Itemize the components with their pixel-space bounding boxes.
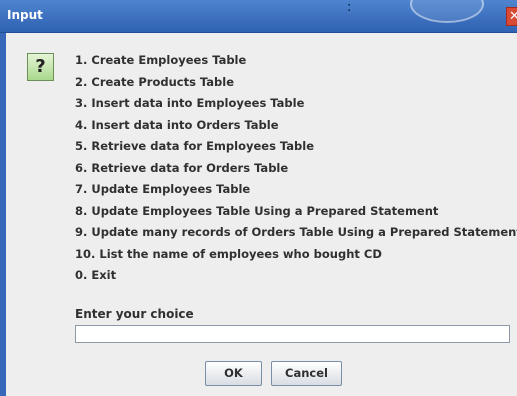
menu-option-6: 6. Retrieve data for Orders Table: [75, 160, 289, 175]
menu-option-exit: 0. Exit: [75, 268, 117, 282]
menu-option-2: 2. Create Products Table: [75, 74, 235, 89]
background-decoration: [410, 0, 484, 23]
choice-prompt-label: Enter your choice: [75, 307, 194, 321]
close-button[interactable]: ✕: [506, 7, 517, 26]
menu-option-5: 5. Retrieve data for Employees Table: [75, 139, 315, 153]
background-text-fragment: :: [347, 0, 352, 15]
input-dialog: Input : ✕ ? 1. Create Employees Table 2.…: [0, 0, 517, 396]
title-bar[interactable]: Input : ✕: [0, 0, 517, 33]
menu-option-7: 7. Update Employees Table: [75, 182, 251, 196]
menu-option-1: 1. Create Employees Table: [75, 53, 247, 67]
menu-option-9: 9. Update many records of Orders Table U…: [75, 225, 517, 239]
ok-button[interactable]: OK: [205, 361, 262, 386]
left-window-border: [0, 33, 6, 396]
menu-option-list: 1. Create Employees Table 2. Create Prod…: [75, 53, 517, 290]
dialog-title: Input: [7, 8, 43, 22]
menu-option-3: 3. Insert data into Employees Table: [75, 96, 305, 110]
menu-option-4: 4. Insert data into Orders Table: [75, 117, 279, 132]
question-icon: ?: [27, 53, 54, 81]
menu-option-10: 10. List the name of employees who bough…: [75, 246, 382, 261]
menu-option-8: 8. Update Employees Table Using a Prepar…: [75, 203, 439, 218]
cancel-button[interactable]: Cancel: [271, 361, 342, 386]
choice-input[interactable]: [75, 325, 510, 343]
